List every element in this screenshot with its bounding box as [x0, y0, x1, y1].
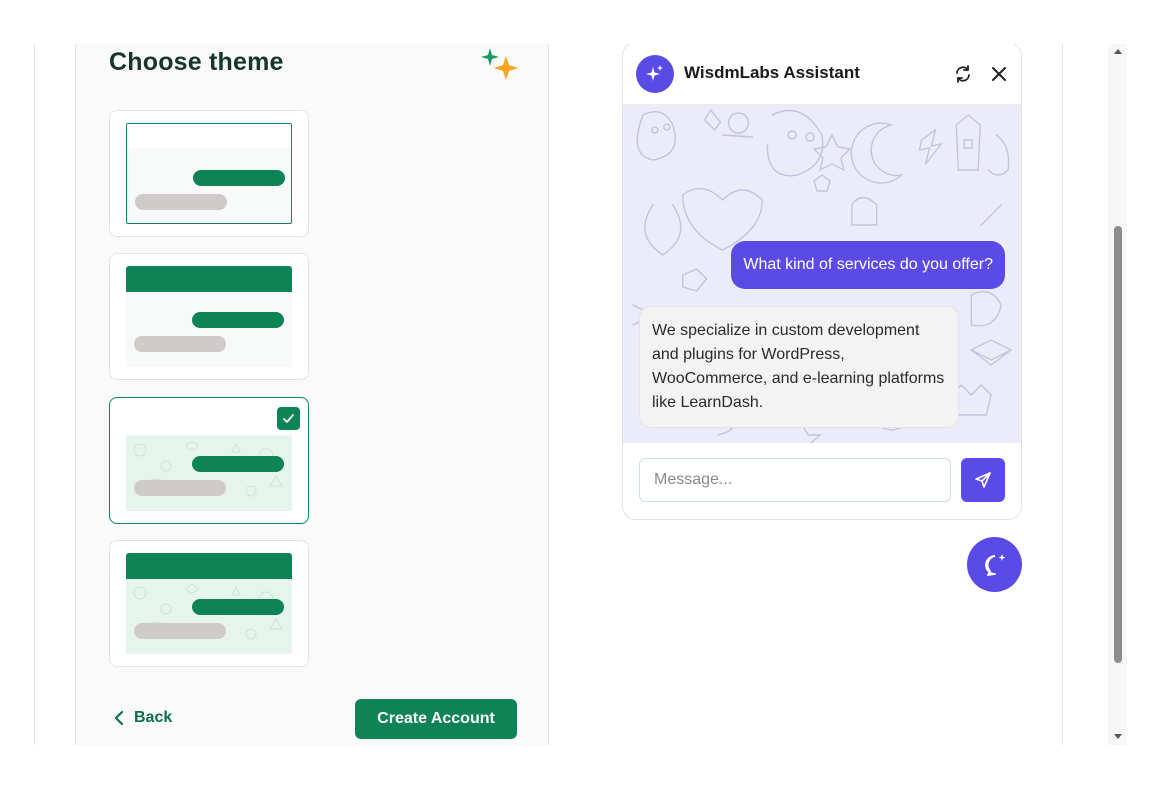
- chevron-left-icon: [114, 710, 124, 726]
- theme-option-4[interactable]: [109, 540, 309, 667]
- send-icon: [975, 472, 991, 488]
- bot-message: We specialize in custom development and …: [639, 306, 959, 428]
- preview-header: [126, 553, 292, 579]
- close-icon: [992, 67, 1006, 81]
- preview-header: [126, 266, 292, 292]
- refresh-button[interactable]: [951, 62, 975, 86]
- chat-widget: WisdmLabs Assistant What kind of service…: [622, 44, 1022, 520]
- page-viewport: Choose theme Back Create Account WisdmLa…: [0, 44, 1127, 745]
- chat-launcher-icon: [984, 553, 1005, 576]
- scroll-up-arrow-icon[interactable]: [1114, 49, 1122, 54]
- preview-user-bubble: [192, 599, 284, 615]
- back-button[interactable]: Back: [114, 709, 172, 727]
- checkmark-icon: [277, 407, 300, 430]
- theme-preview: [126, 410, 292, 511]
- chat-header: WisdmLabs Assistant: [623, 44, 1021, 105]
- preview-user-bubble: [193, 170, 285, 186]
- preview-user-bubble: [192, 456, 284, 472]
- sparkle-icon: [481, 48, 518, 80]
- chat-launcher-button[interactable]: [967, 537, 1022, 592]
- scrollbar-thumb[interactable]: [1114, 226, 1122, 663]
- bot-name: WisdmLabs Assistant: [684, 63, 860, 82]
- message-input[interactable]: [639, 458, 951, 502]
- refresh-icon: [956, 65, 970, 83]
- scroll-down-arrow-icon[interactable]: [1114, 734, 1122, 739]
- send-button[interactable]: [961, 458, 1005, 502]
- theme-panel: Choose theme Back Create Account: [75, 44, 549, 745]
- theme-option-1[interactable]: [109, 110, 309, 237]
- preview-bot-bubble: [134, 623, 226, 639]
- message-composer: [623, 443, 1021, 519]
- back-label: Back: [134, 709, 173, 726]
- close-button[interactable]: [987, 62, 1011, 86]
- preview-header: [127, 124, 291, 148]
- page-title: Choose theme: [109, 48, 284, 76]
- theme-preview: [126, 266, 292, 367]
- vertical-scrollbar[interactable]: [1108, 44, 1127, 745]
- preview-user-bubble: [192, 312, 284, 328]
- preview-header: [126, 410, 292, 434]
- preview-bot-bubble: [134, 480, 226, 496]
- preview-pattern: [126, 436, 292, 511]
- divider-right: [1062, 44, 1063, 745]
- chat-messages: What kind of services do you offer? We s…: [623, 105, 1021, 443]
- bot-sparkle-icon: [646, 65, 663, 81]
- bot-avatar: [636, 55, 674, 93]
- user-message: What kind of services do you offer?: [731, 241, 1005, 289]
- create-account-button[interactable]: Create Account: [355, 699, 517, 739]
- theme-option-2[interactable]: [109, 253, 309, 380]
- preview-bot-bubble: [135, 194, 227, 210]
- divider-left: [34, 44, 35, 745]
- preview-pattern: [126, 579, 292, 654]
- theme-preview: [126, 123, 292, 224]
- theme-preview: [126, 553, 292, 654]
- theme-option-3[interactable]: [109, 397, 309, 524]
- preview-bot-bubble: [134, 336, 226, 352]
